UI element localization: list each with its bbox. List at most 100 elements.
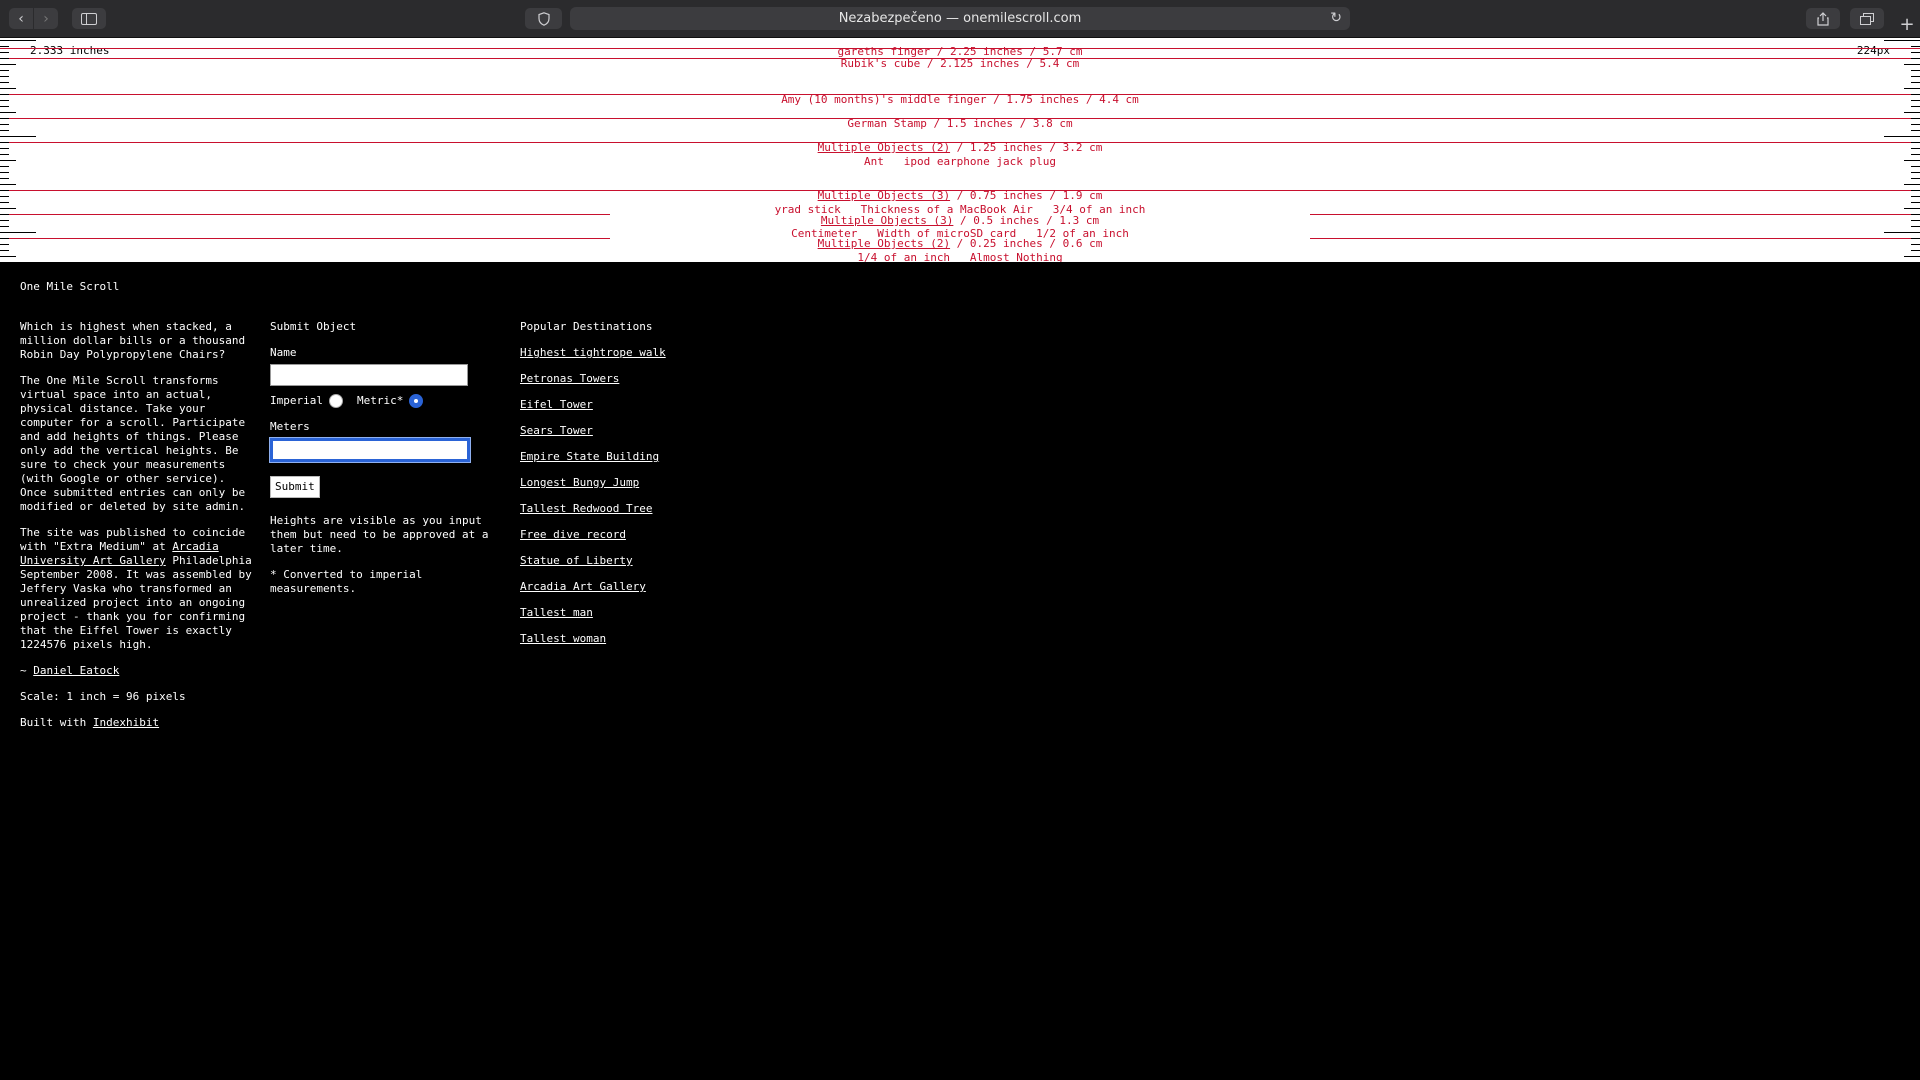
- author-link[interactable]: Daniel Eatock: [33, 664, 119, 677]
- submit-button[interactable]: Submit: [270, 476, 320, 498]
- sidebar-icon: [81, 12, 97, 25]
- chevron-left-icon: ‹: [18, 10, 24, 27]
- ruler-tick: [0, 88, 16, 89]
- about-question: Which is highest when stacked, a million…: [20, 320, 246, 361]
- address-text: Nezabezpečeno — onemilescroll.com: [838, 11, 1082, 26]
- meters-label: Meters: [270, 420, 310, 433]
- ruler-tick: [1911, 154, 1920, 155]
- author-line: ~ Daniel Eatock: [20, 664, 120, 677]
- shield-icon: [537, 11, 550, 26]
- back-button[interactable]: ‹: [9, 8, 33, 29]
- ruler-tick: [1911, 70, 1920, 71]
- ruler-tick: [0, 70, 9, 71]
- ruler-tick: [1904, 184, 1920, 185]
- destination-link[interactable]: Arcadia Art Gallery: [520, 580, 750, 594]
- ruler-tick: [1911, 76, 1920, 77]
- multiple-objects-link[interactable]: Multiple Objects (2): [818, 141, 950, 154]
- ruler-tick: [0, 40, 36, 41]
- destination-link[interactable]: Petronas Towers: [520, 372, 750, 386]
- ruler-entry: Multiple Objects (2) / 0.25 inches / 0.6…: [817, 237, 1103, 250]
- ruler-tick: [1904, 88, 1920, 89]
- privacy-report-button[interactable]: [525, 8, 562, 29]
- page-content: One Mile Scroll Which is highest when st…: [0, 262, 1920, 1080]
- tabs-icon: [1860, 12, 1874, 25]
- metric-label: Metric*: [356, 394, 404, 407]
- ruler-entry: Multiple Objects (3) / 0.5 inches / 1.3 …: [820, 214, 1100, 227]
- destination-link[interactable]: Tallest woman: [520, 632, 750, 646]
- ruler-tick: [0, 184, 16, 185]
- ruler-tick: [0, 202, 9, 203]
- reload-icon[interactable]: ↻: [1330, 10, 1342, 26]
- address-bar[interactable]: Nezabezpečeno — onemilescroll.com ↻: [570, 7, 1350, 30]
- browser-toolbar: ‹ › Nezabezpečeno — onemilescroll.com ↻ …: [0, 0, 1920, 38]
- ruler-entry: Rubik's cube / 2.125 inches / 5.4 cm: [840, 57, 1080, 70]
- ruler-entry: Multiple Objects (2) / 1.25 inches / 3.2…: [817, 141, 1103, 154]
- ruler-tick: [1911, 172, 1920, 173]
- tab-overview-button[interactable]: [1850, 8, 1884, 29]
- ruler-tick: [0, 172, 9, 173]
- ruler-tick: [1911, 250, 1920, 251]
- submit-heading: Submit Object: [270, 320, 357, 333]
- ruler-entry: Multiple Objects (3) / 0.75 inches / 1.9…: [817, 189, 1103, 202]
- scroll-ruler[interactable]: 2.333 inches 224px gareths finger / 2.25…: [0, 38, 1920, 262]
- ruler-tick: [0, 130, 9, 131]
- destination-link[interactable]: Statue of Liberty: [520, 554, 750, 568]
- ruler-entry: Ant ipod earphone jack plug: [863, 155, 1057, 168]
- ruler-tick: [1884, 136, 1920, 137]
- conversion-note: * Converted to imperial measurements.: [270, 568, 423, 595]
- submit-column: Submit Object Name Imperial Metric* Mete…: [269, 320, 500, 608]
- destination-link[interactable]: Eifel Tower: [520, 398, 750, 412]
- destination-link[interactable]: Empire State Building: [520, 450, 750, 464]
- ruler-tick: [1904, 112, 1920, 113]
- share-button[interactable]: [1806, 8, 1840, 29]
- ruler-tick: [1911, 178, 1920, 179]
- ruler-tick: [0, 154, 9, 155]
- built-with-line: Built with Indexhibit: [20, 716, 160, 729]
- name-label: Name: [270, 346, 297, 359]
- destination-link[interactable]: Free dive record: [520, 528, 750, 542]
- unit-selector: Imperial Metric*: [270, 394, 500, 408]
- forward-button[interactable]: ›: [34, 8, 58, 29]
- ruler-entry: 1/4 of an inch Almost Nothing: [857, 251, 1063, 263]
- plus-icon: +: [1899, 14, 1915, 35]
- metric-radio[interactable]: [409, 394, 424, 408]
- imperial-label: Imperial: [270, 394, 323, 407]
- ruler-tick: [1911, 106, 1920, 107]
- indexhibit-link[interactable]: Indexhibit: [93, 716, 159, 729]
- destination-link[interactable]: Tallest Redwood Tree: [520, 502, 750, 516]
- ruler-tick: [0, 76, 9, 77]
- ruler-tick: [1911, 130, 1920, 131]
- ruler-tick: [1884, 40, 1920, 41]
- about-description: The One Mile Scroll transforms virtual s…: [20, 374, 246, 513]
- new-tab-button[interactable]: +: [1894, 12, 1920, 37]
- ruler-tick: [0, 178, 9, 179]
- ruler-entry: Amy (10 months)'s middle finger / 1.75 i…: [781, 93, 1139, 106]
- name-input[interactable]: [270, 364, 468, 386]
- ruler-tick: [0, 112, 16, 113]
- browser-window: ‹ › Nezabezpečeno — onemilescroll.com ↻ …: [0, 0, 1920, 1080]
- ruler-tick: [0, 136, 36, 137]
- ruler-tick: [0, 82, 9, 83]
- about-column: Which is highest when stacked, a million…: [20, 320, 252, 742]
- multiple-objects-link[interactable]: Multiple Objects (3): [821, 214, 953, 227]
- share-icon: [1817, 11, 1829, 26]
- ruler-tick: [1911, 82, 1920, 83]
- ruler-tick: [0, 250, 9, 251]
- multiple-objects-link[interactable]: Multiple Objects (3): [818, 189, 950, 202]
- destination-link[interactable]: Highest tightrope walk: [520, 346, 750, 360]
- chevron-right-icon: ›: [43, 10, 49, 27]
- ruler-tick: [0, 106, 9, 107]
- imperial-radio[interactable]: [328, 394, 343, 408]
- scale-text: Scale: 1 inch = 96 pixels: [20, 690, 186, 703]
- sidebar-toggle-button[interactable]: [72, 8, 106, 29]
- about-publication: The site was published to coincide with …: [20, 526, 252, 651]
- meters-input[interactable]: [269, 437, 471, 463]
- destination-link[interactable]: Sears Tower: [520, 424, 750, 438]
- destination-link[interactable]: Longest Bungy Jump: [520, 476, 750, 490]
- ruler-tick: [1911, 202, 1920, 203]
- destination-link[interactable]: Tallest man: [520, 606, 750, 620]
- approval-note: Heights are visible as you input them bu…: [270, 514, 489, 555]
- multiple-objects-link[interactable]: Multiple Objects (2): [818, 237, 950, 250]
- popular-destinations-column: Popular Destinations Highest tightrope w…: [520, 320, 750, 658]
- popular-heading: Popular Destinations: [520, 320, 653, 333]
